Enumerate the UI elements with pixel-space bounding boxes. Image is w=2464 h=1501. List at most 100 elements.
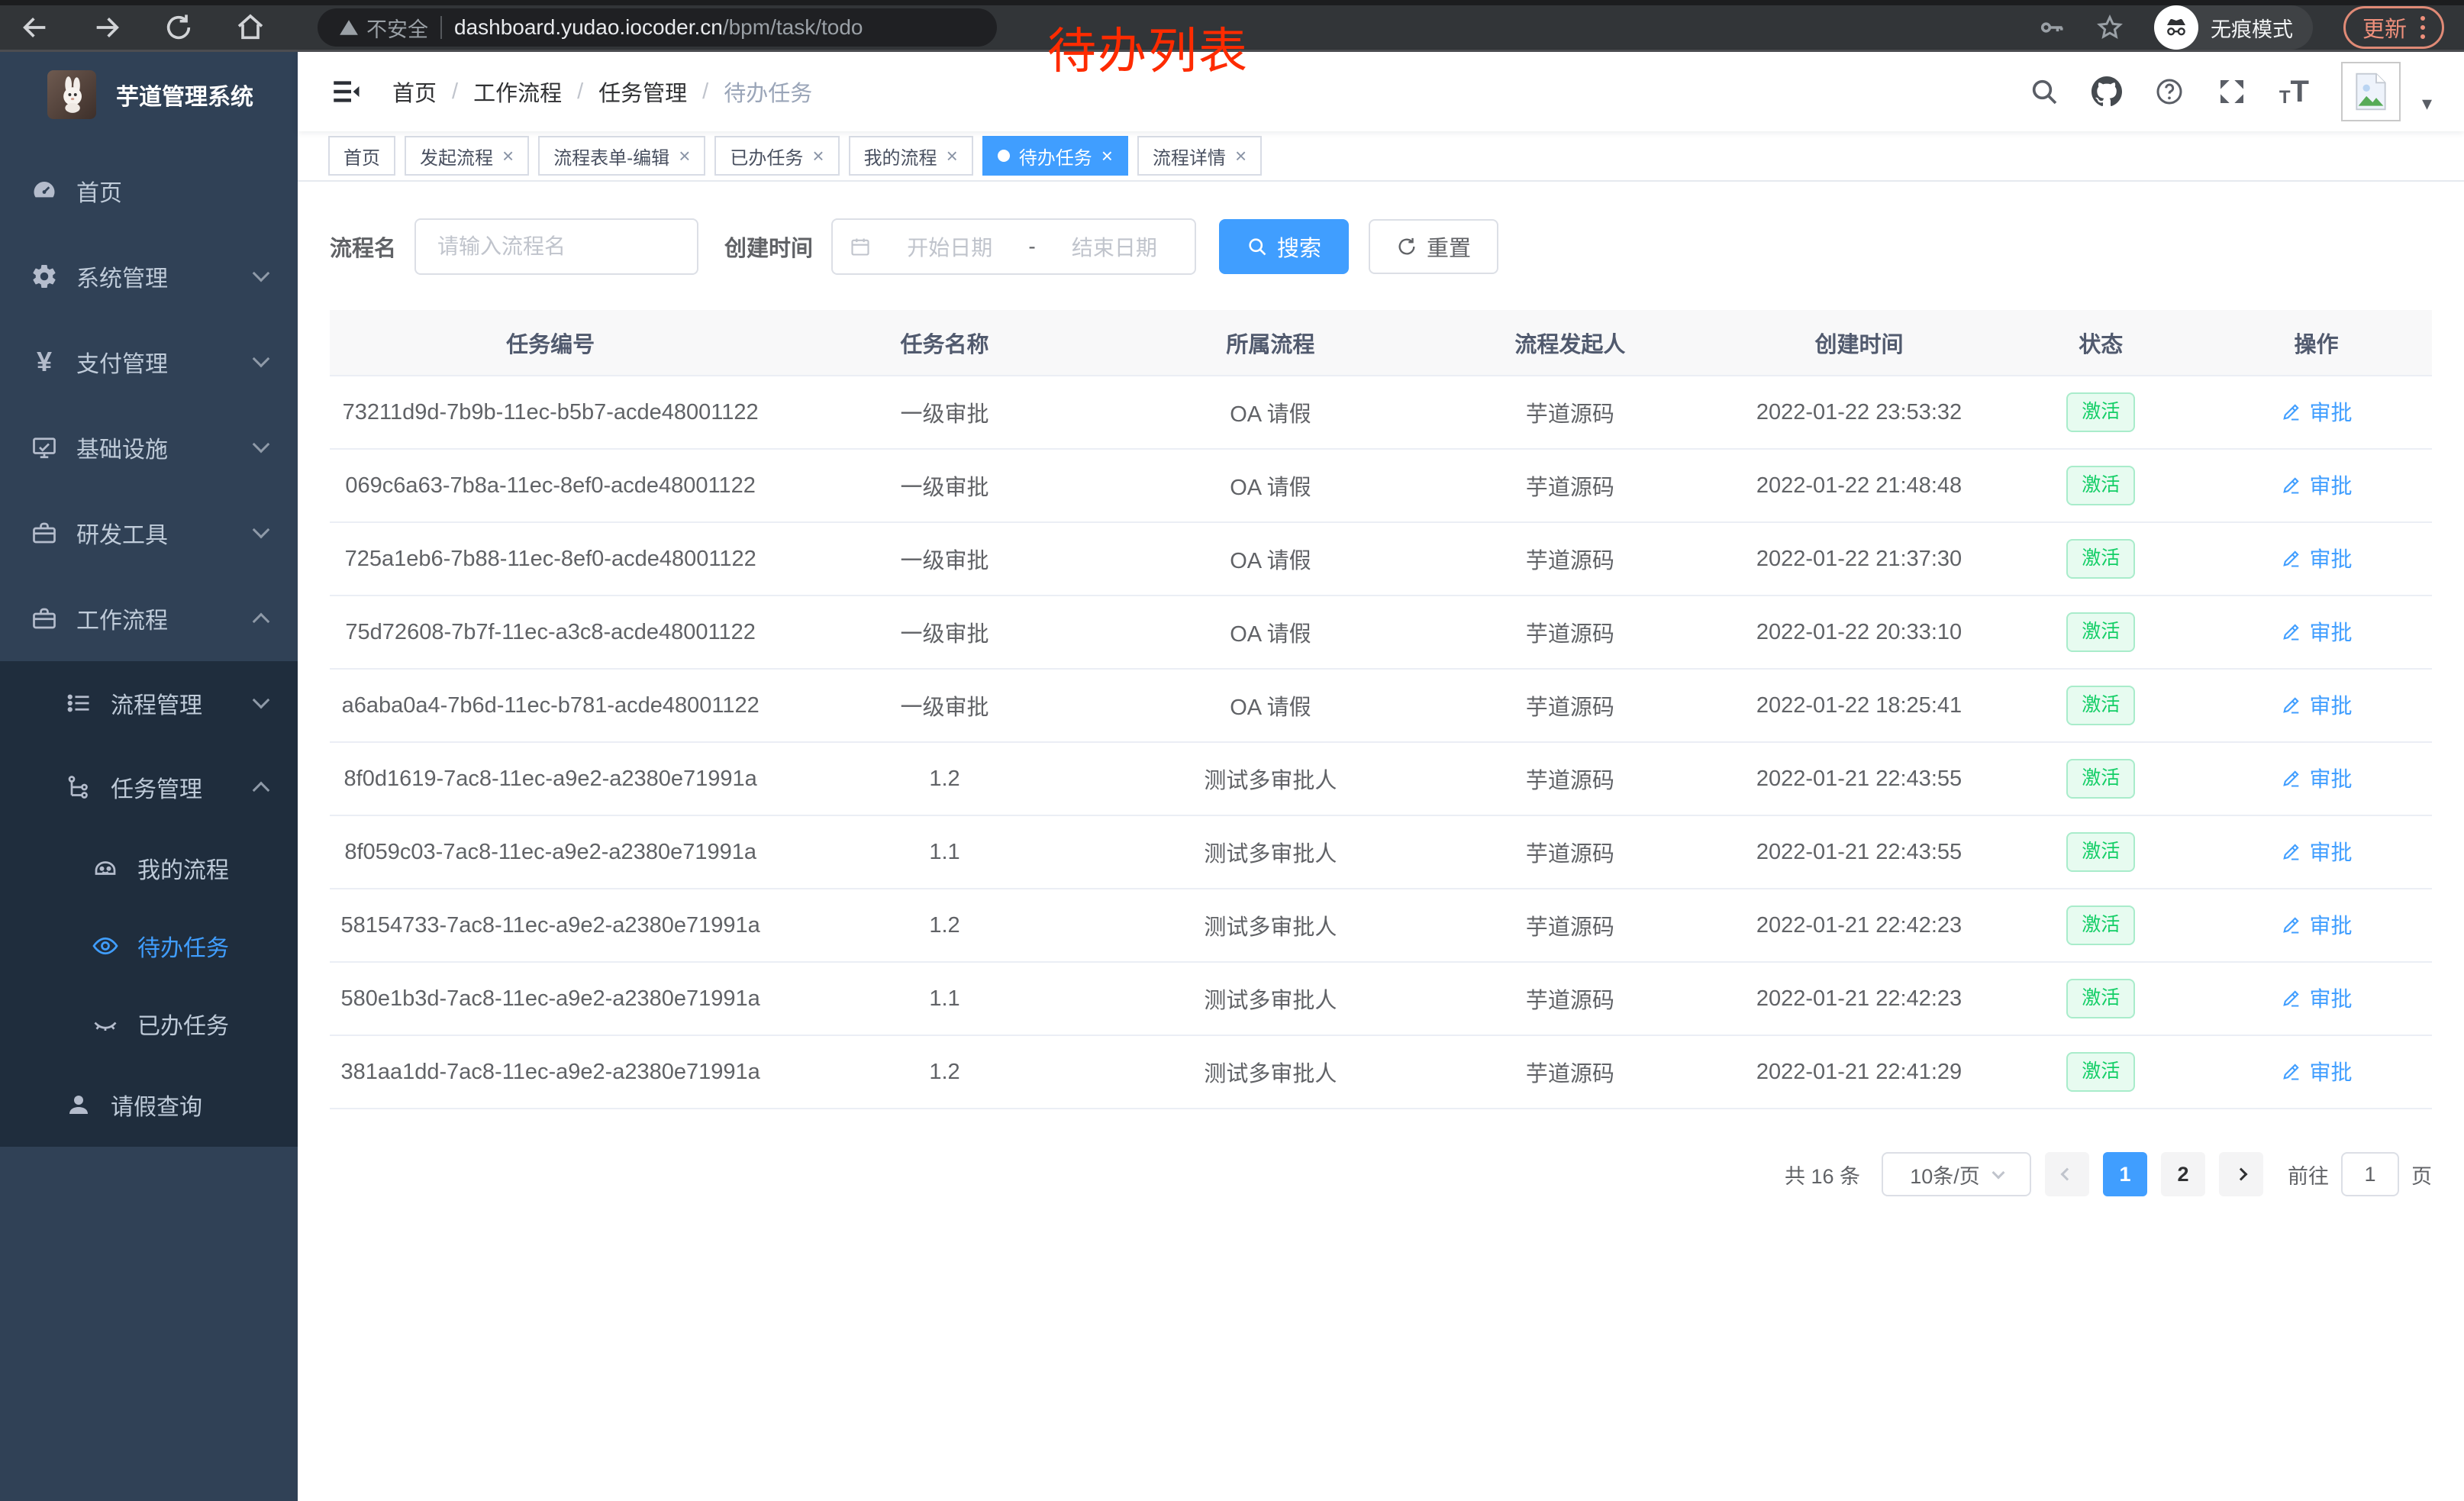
password-key-icon[interactable]	[2038, 14, 2066, 41]
goto-page-input[interactable]	[2341, 1152, 2399, 1196]
table-row: 73211d9d-7b9b-11ec-b5b7-acde48001122 一级审…	[330, 376, 2432, 449]
cell-starter: 芋道源码	[1423, 522, 1717, 596]
logo-row[interactable]: 芋道管理系统	[0, 52, 298, 137]
page-size-select[interactable]: 10条/页	[1882, 1152, 2031, 1196]
cell-status: 激活	[2001, 522, 2201, 596]
cell-status: 激活	[2001, 449, 2201, 522]
avatar[interactable]	[2341, 62, 2401, 121]
table-row: 8f0d1619-7ac8-11ec-a9e2-a2380e71991a 1.2…	[330, 742, 2432, 815]
view-tab[interactable]: 我的流程 ×	[849, 136, 973, 176]
view-tab[interactable]: 流程表单-编辑 ×	[538, 136, 705, 176]
cell-starter: 芋道源码	[1423, 669, 1717, 742]
sidebar-item-todo-task[interactable]: 待办任务	[0, 907, 298, 985]
sidebar-item-task-mgmt[interactable]: 任务管理	[0, 745, 298, 829]
process-name-input[interactable]	[414, 218, 698, 275]
close-icon[interactable]: ×	[679, 146, 690, 166]
security-warning[interactable]: 不安全	[339, 13, 428, 43]
view-tab[interactable]: 待办任务 ×	[982, 136, 1128, 176]
approve-link[interactable]: 审批	[2281, 616, 2353, 647]
total-count: 共 16 条	[1785, 1160, 1860, 1190]
bookmark-star-icon[interactable]	[2096, 14, 2124, 41]
breadcrumb-task-mgmt[interactable]: 任务管理	[598, 76, 687, 108]
page-number-button[interactable]: 1	[2103, 1152, 2147, 1196]
date-range-input[interactable]: 开始日期 - 结束日期	[831, 218, 1196, 275]
sidebar-item-home[interactable]: 首页	[0, 148, 298, 234]
sidebar-item-process-mgmt[interactable]: 流程管理	[0, 661, 298, 745]
approve-link[interactable]: 审批	[2281, 689, 2353, 720]
edit-pen-icon	[2281, 914, 2302, 935]
cell-actions: 审批	[2201, 889, 2432, 962]
approve-link[interactable]: 审批	[2281, 836, 2353, 867]
view-tab[interactable]: 首页 ×	[328, 136, 395, 176]
sidebar-toggle-icon[interactable]	[330, 76, 362, 108]
sidebar-item-done-task[interactable]: 已办任务	[0, 985, 298, 1063]
status-badge: 激活	[2066, 759, 2135, 798]
col-actions: 操作	[2201, 310, 2432, 376]
fullscreen-icon[interactable]	[2217, 76, 2247, 107]
browser-menu-icon[interactable]	[2420, 16, 2425, 39]
breadcrumb-home[interactable]: 首页	[392, 76, 437, 108]
cell-task-id: 8f0d1619-7ac8-11ec-a9e2-a2380e71991a	[330, 742, 771, 815]
browser-toolbar: 不安全 dashboard.yudao.iocoder.cn/bpm/task/…	[0, 5, 2464, 52]
caret-down-icon[interactable]: ▾	[2422, 92, 2432, 115]
help-icon[interactable]	[2154, 76, 2185, 107]
col-process: 所属流程	[1118, 310, 1423, 376]
prev-page-button[interactable]	[2045, 1152, 2089, 1196]
sidebar-item-leave-query[interactable]: 请假查询	[0, 1063, 298, 1147]
approve-link[interactable]: 审批	[2281, 1056, 2353, 1086]
update-button[interactable]: 更新	[2343, 6, 2444, 49]
sidebar-item-infra[interactable]: 基础设施	[0, 405, 298, 490]
list-icon	[65, 689, 92, 717]
approve-link[interactable]: 审批	[2281, 396, 2353, 427]
sidebar-item-system[interactable]: 系统管理	[0, 234, 298, 319]
table-row: 725a1eb6-7b88-11ec-8ef0-acde48001122 一级审…	[330, 522, 2432, 596]
search-button[interactable]: 搜索	[1219, 219, 1349, 274]
chevron-up-icon	[253, 613, 270, 631]
sidebar-item-workflow[interactable]: 工作流程	[0, 576, 298, 661]
cell-actions: 审批	[2201, 742, 2432, 815]
edit-pen-icon	[2281, 1060, 2302, 1082]
cell-task-id: 58154733-7ac8-11ec-a9e2-a2380e71991a	[330, 889, 771, 962]
cell-actions: 审批	[2201, 1035, 2432, 1109]
reset-button[interactable]: 重置	[1369, 219, 1498, 274]
close-icon[interactable]: ×	[502, 146, 514, 166]
approve-link[interactable]: 审批	[2281, 543, 2353, 573]
search-icon[interactable]	[2029, 76, 2059, 107]
status-badge: 激活	[2066, 466, 2135, 505]
url-bar[interactable]: 不安全 dashboard.yudao.iocoder.cn/bpm/task/…	[318, 8, 997, 47]
sidebar-item-payment[interactable]: ¥ 支付管理	[0, 319, 298, 405]
approve-link[interactable]: 审批	[2281, 763, 2353, 793]
close-icon[interactable]: ×	[1235, 146, 1247, 166]
approve-link[interactable]: 审批	[2281, 470, 2353, 500]
sidebar-item-my-process[interactable]: 我的流程	[0, 829, 298, 907]
view-tab[interactable]: 已办任务 ×	[714, 136, 839, 176]
approve-link[interactable]: 审批	[2281, 909, 2353, 940]
close-icon[interactable]: ×	[1101, 146, 1113, 166]
approve-link[interactable]: 审批	[2281, 983, 2353, 1013]
date-separator: -	[1028, 234, 1035, 259]
user-icon	[65, 1091, 92, 1118]
next-page-button[interactable]	[2219, 1152, 2263, 1196]
status-badge: 激活	[2066, 392, 2135, 431]
github-icon[interactable]	[2091, 76, 2122, 107]
view-tab[interactable]: 发起流程 ×	[405, 136, 529, 176]
close-icon[interactable]: ×	[947, 146, 958, 166]
workflow-submenu: 流程管理 任务管理 我的流程 待办任务 已办	[0, 661, 298, 1147]
reload-icon[interactable]	[163, 12, 194, 43]
breadcrumb-separator: /	[577, 79, 583, 105]
close-icon[interactable]: ×	[812, 146, 824, 166]
forward-icon[interactable]	[92, 12, 122, 43]
font-size-icon[interactable]: TT	[2279, 76, 2309, 107]
back-icon[interactable]	[20, 12, 50, 43]
page-number-button[interactable]: 2	[2161, 1152, 2205, 1196]
home-icon[interactable]	[235, 12, 266, 43]
cell-starter: 芋道源码	[1423, 449, 1717, 522]
breadcrumb-workflow[interactable]: 工作流程	[473, 76, 562, 108]
chevron-down-icon	[253, 692, 270, 709]
cell-starter: 芋道源码	[1423, 889, 1717, 962]
cell-starter: 芋道源码	[1423, 1035, 1717, 1109]
sidebar-item-devtools[interactable]: 研发工具	[0, 490, 298, 576]
view-tab[interactable]: 流程详情 ×	[1137, 136, 1262, 176]
sidebar-item-label: 任务管理	[111, 770, 237, 804]
status-badge: 激活	[2066, 539, 2135, 578]
